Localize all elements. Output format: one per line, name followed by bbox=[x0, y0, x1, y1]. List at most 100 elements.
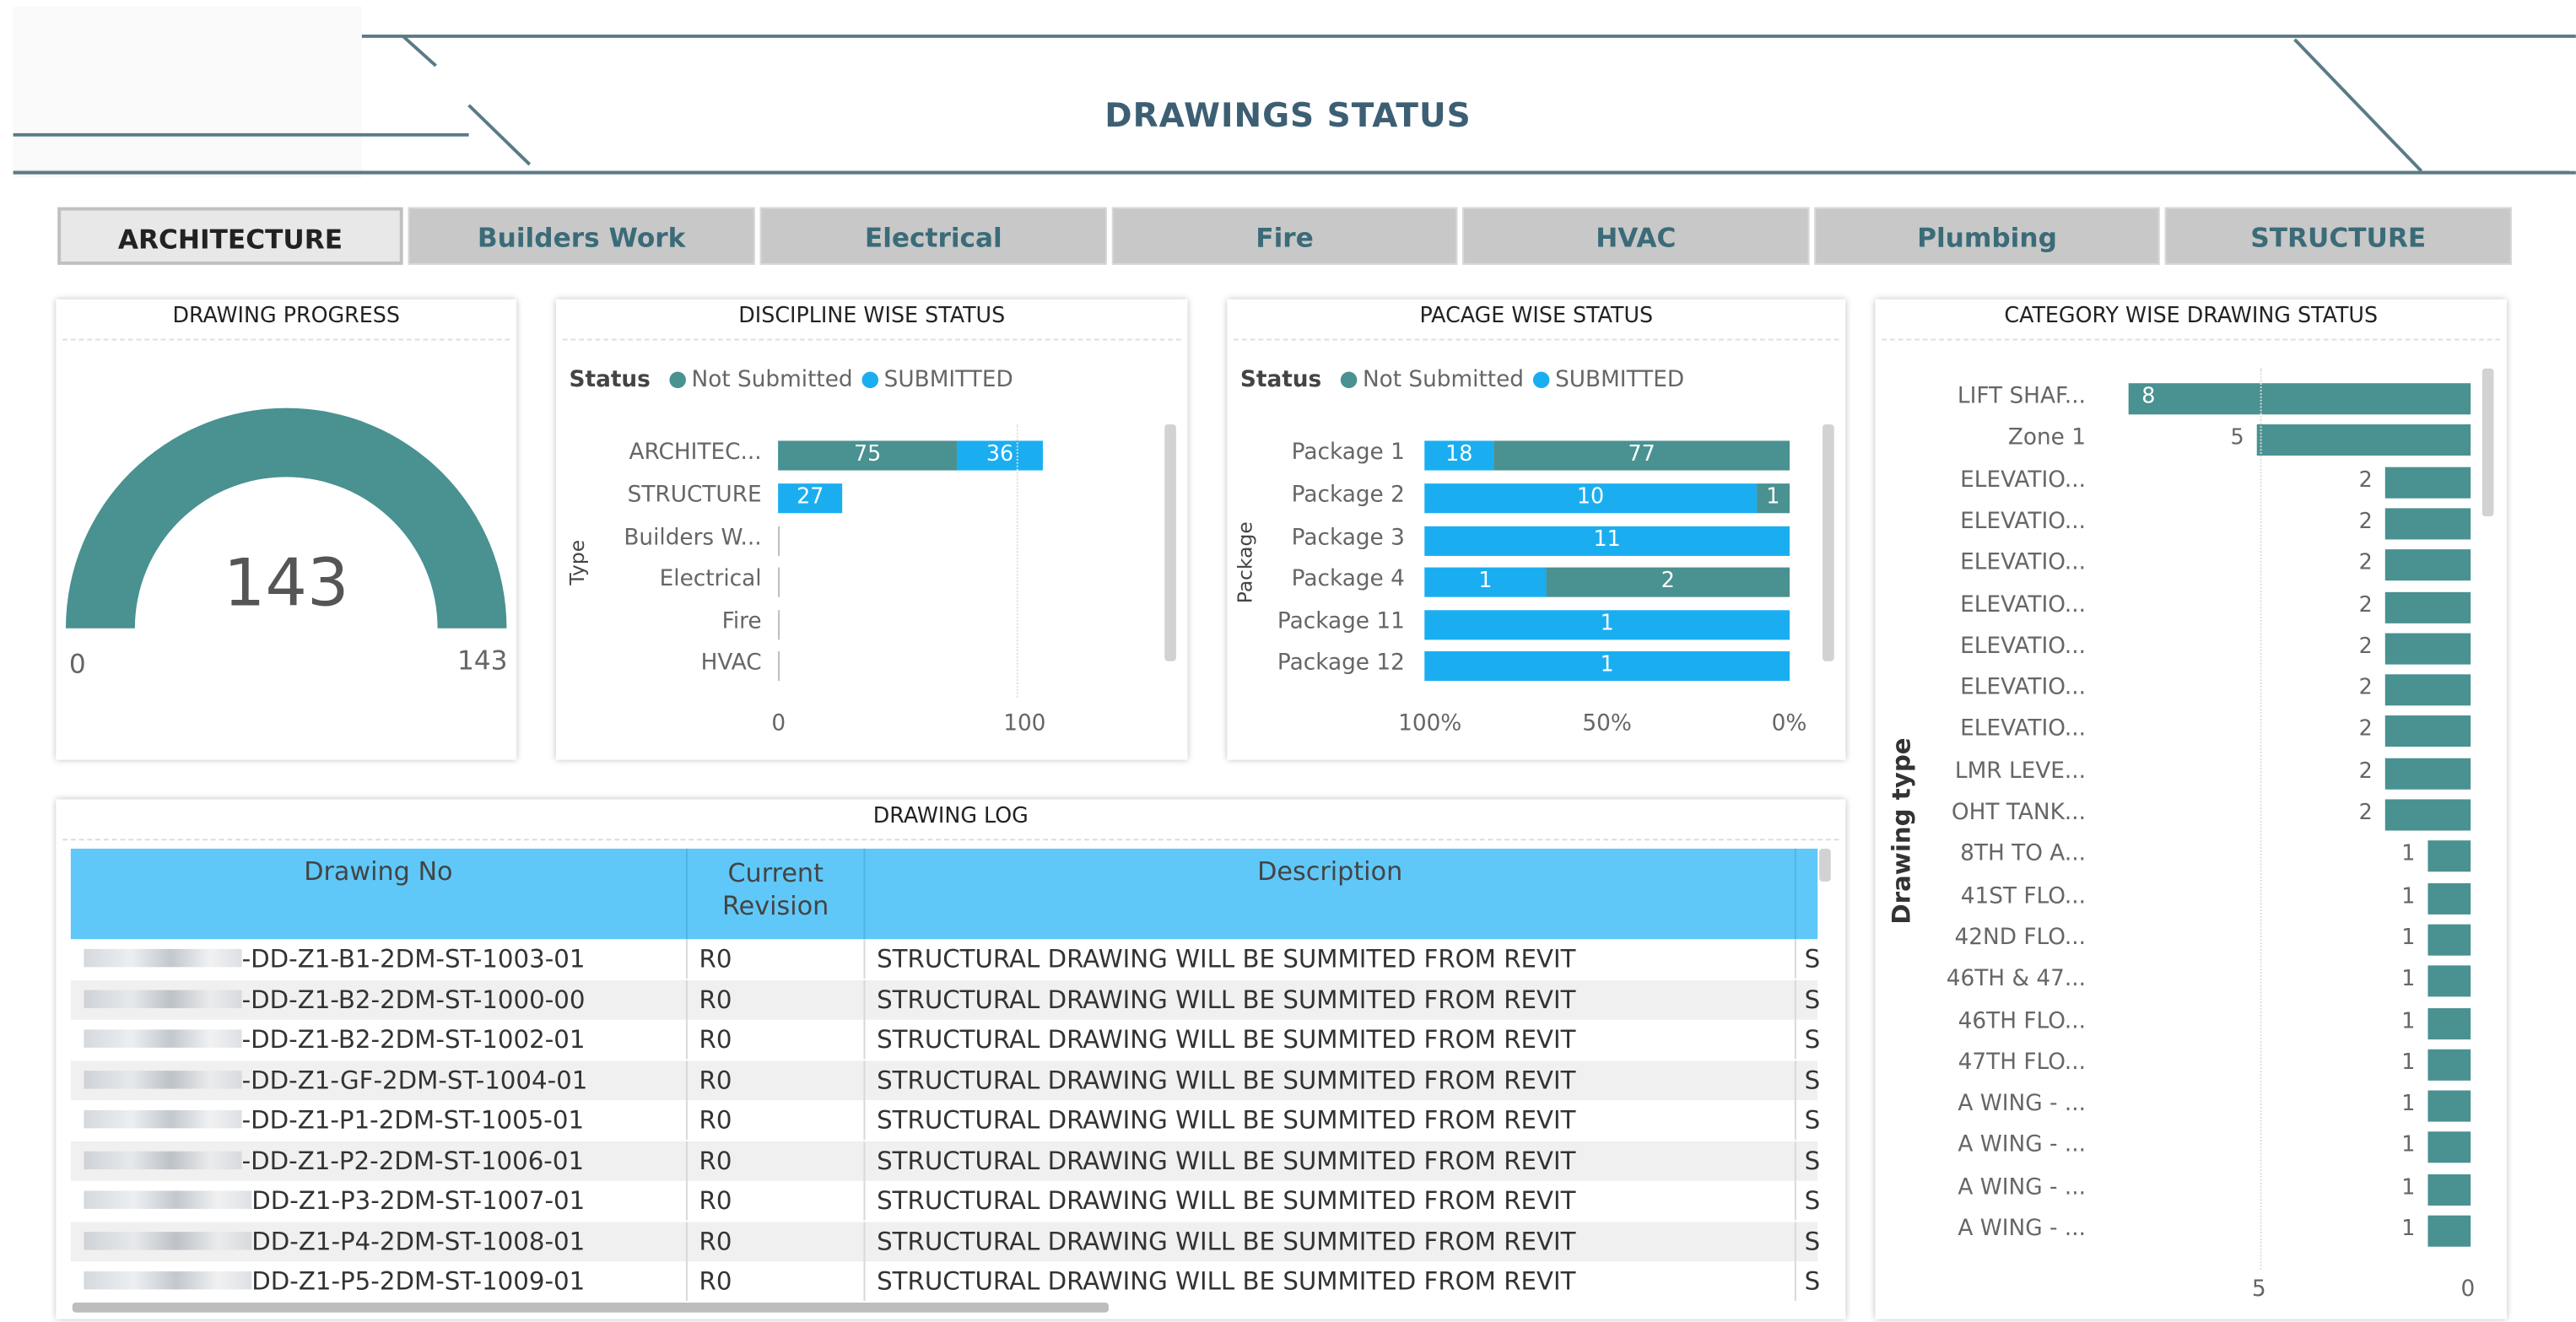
cell-description: STRUCTURAL DRAWING WILL BE SUMMITED FROM… bbox=[877, 1226, 1576, 1256]
category-label: A WING - ... bbox=[1958, 1132, 2086, 1159]
divider bbox=[685, 979, 688, 1019]
column-header-drawing-no[interactable]: Drawing No bbox=[71, 857, 686, 887]
table-row[interactable]: -DD-Z1-P2-2DM-ST-1006-01 R0 STRUCTURAL DRA… bbox=[70, 1140, 1820, 1180]
bar-label: 1 bbox=[2401, 842, 2416, 867]
divider bbox=[863, 1221, 866, 1261]
divider bbox=[863, 1140, 866, 1180]
table-row[interactable]: DD-Z1-P4-2DM-ST-1008-01 R0 STRUCTURAL DRAW… bbox=[70, 1221, 1820, 1261]
bar bbox=[2427, 1007, 2471, 1039]
table-row[interactable]: -DD-Z1-P1-2DM-ST-1005-01 R0 STRUCTURAL DRA… bbox=[71, 1100, 1820, 1141]
tab-architecture[interactable]: ARCHITECTURE bbox=[57, 207, 403, 265]
divider bbox=[1794, 1221, 1796, 1261]
category-label: STRUCTURE bbox=[627, 482, 762, 509]
category-label: 8TH TO A... bbox=[1960, 840, 2086, 867]
category-status-card: CATEGORY WISE DRAWING STATUS Drawing typ… bbox=[1875, 299, 2508, 1319]
category-label: ELEVATIO... bbox=[1960, 549, 2086, 576]
column-header-current-revision[interactable]: Current Revision bbox=[688, 857, 864, 923]
bar bbox=[2427, 1215, 2471, 1247]
x-tick: 0 bbox=[2460, 1276, 2476, 1303]
legend-not-submitted: Not Submitted bbox=[1362, 366, 1525, 393]
table-vertical-scrollbar[interactable] bbox=[1819, 848, 1831, 882]
divider bbox=[1794, 848, 1796, 940]
tab-builders-work[interactable]: Builders Work bbox=[408, 207, 755, 265]
redacted-prefix bbox=[84, 948, 242, 968]
gauge-value: 143 bbox=[223, 546, 349, 622]
table-row[interactable]: -DD-Z1-GF-2DM-ST-1004-01 R0 STRUCTURAL DRA… bbox=[70, 1060, 1820, 1100]
category-label: ELEVATIO... bbox=[1960, 508, 2086, 535]
redacted-prefix bbox=[84, 1109, 242, 1129]
divider bbox=[863, 1261, 866, 1302]
cell-drawing-no: DD-Z1-P4-2DM-ST-1008-01 bbox=[251, 1226, 586, 1256]
bar-label: 1 bbox=[2401, 1009, 2416, 1034]
category-label: LMR LEVE... bbox=[1954, 758, 2086, 785]
divider bbox=[685, 1060, 688, 1100]
table-row[interactable]: -DD-Z1-B2-2DM-ST-1000-00 R0 STRUCTURAL DRA… bbox=[70, 979, 1820, 1019]
table-row[interactable]: -DD-Z1-B2-2DM-ST-1002-01 R0 STRUCTURAL DRA… bbox=[71, 1019, 1820, 1060]
scrollbar[interactable] bbox=[1164, 424, 1176, 661]
cell-revision: R0 bbox=[699, 1024, 732, 1055]
divider bbox=[1794, 1100, 1796, 1141]
table-row[interactable]: DD-Z1-P3-2DM-ST-1007-01 R0 STRUCTURAL DRAW… bbox=[71, 1180, 1820, 1221]
table-horizontal-scrollbar[interactable] bbox=[72, 1303, 1109, 1313]
divider bbox=[863, 979, 866, 1019]
legend-title: Status bbox=[1239, 366, 1322, 393]
bar-label: 8 bbox=[2141, 385, 2156, 410]
bar-label: 1 bbox=[2401, 1050, 2416, 1076]
tab-hvac[interactable]: HVAC bbox=[1462, 207, 1810, 265]
bar bbox=[2427, 1049, 2471, 1081]
bar-label: 2 bbox=[2358, 676, 2373, 701]
bar-not-submitted: 1 bbox=[1756, 483, 1790, 514]
bar-label: 2 bbox=[2358, 592, 2373, 618]
table-header: Drawing No Current Revision Description bbox=[70, 848, 1818, 940]
cell-revision: R0 bbox=[699, 1226, 732, 1256]
bar bbox=[2427, 1132, 2471, 1164]
category-label: 42ND FLO... bbox=[1954, 924, 2086, 951]
divider bbox=[1794, 1180, 1796, 1221]
bar-label: 1 bbox=[2401, 1175, 2416, 1201]
category-label: Package 2 bbox=[1291, 482, 1405, 509]
table-row[interactable]: DD-Z1-P5-2DM-ST-1009-01 R0 STRUCTURAL DRAW… bbox=[71, 1261, 1820, 1302]
x-tick: 50% bbox=[1582, 710, 1632, 737]
bar bbox=[2384, 633, 2471, 665]
cell-drawing-no: -DD-Z1-B2-2DM-ST-1002-01 bbox=[241, 1024, 586, 1055]
cell-drawing-no: -DD-Z1-P1-2DM-ST-1005-01 bbox=[241, 1105, 585, 1136]
cell-drawing-no: -DD-Z1-GF-2DM-ST-1004-01 bbox=[241, 1065, 588, 1095]
bar-label: 1 bbox=[2401, 967, 2416, 992]
gridline bbox=[2260, 368, 2262, 1271]
column-header-description[interactable]: Description bbox=[865, 857, 1794, 887]
redacted-prefix bbox=[84, 1231, 252, 1249]
bar bbox=[2427, 1174, 2471, 1206]
cell-description: STRUCTURAL DRAWING WILL BE SUMMITED FROM… bbox=[877, 1266, 1576, 1297]
cell-description: STRUCTURAL DRAWING WILL BE SUMMITED FROM… bbox=[877, 1065, 1576, 1095]
scrollbar[interactable] bbox=[2481, 368, 2494, 517]
divider bbox=[1794, 1140, 1796, 1180]
tab-plumbing[interactable]: Plumbing bbox=[1814, 207, 2160, 265]
bar-label: 1 bbox=[2401, 1092, 2416, 1117]
bar-not-submitted: 75 bbox=[778, 440, 958, 471]
bar bbox=[2384, 715, 2471, 747]
tab-electrical[interactable]: Electrical bbox=[759, 207, 1108, 265]
cell-revision: R0 bbox=[699, 1266, 732, 1297]
table-row[interactable]: -DD-Z1-B1-2DM-ST-1003-01 R0 STRUCTURAL DRA… bbox=[71, 939, 1820, 979]
gauge bbox=[65, 407, 507, 629]
card-title: CATEGORY WISE DRAWING STATUS bbox=[2004, 304, 2379, 329]
redacted-prefix bbox=[84, 1070, 242, 1088]
cell-drawing-no: -DD-Z1-B2-2DM-ST-1000-00 bbox=[241, 984, 586, 1014]
divider bbox=[863, 939, 866, 979]
tab-structure[interactable]: STRUCTURE bbox=[2164, 207, 2512, 265]
scrollbar[interactable] bbox=[1823, 424, 1834, 661]
card-title: DISCIPLINE WISE STATUS bbox=[738, 304, 1006, 329]
category-label: HVAC bbox=[700, 650, 762, 677]
legend-title: Status bbox=[569, 366, 651, 393]
divider bbox=[62, 839, 1839, 841]
redacted-prefix bbox=[84, 1271, 252, 1290]
legend-dot-not-submitted bbox=[1341, 371, 1358, 389]
cell-revision: R0 bbox=[699, 1185, 732, 1216]
cell-revision: R0 bbox=[699, 1065, 732, 1095]
card-title: DRAWING LOG bbox=[872, 804, 1029, 829]
tab-fire[interactable]: Fire bbox=[1111, 207, 1458, 265]
bar-submitted: 18 bbox=[1424, 440, 1494, 471]
cell-description: STRUCTURAL DRAWING WILL BE SUMMITED FROM… bbox=[877, 944, 1576, 974]
x-tick: 0 bbox=[771, 710, 786, 737]
divider bbox=[685, 848, 688, 940]
